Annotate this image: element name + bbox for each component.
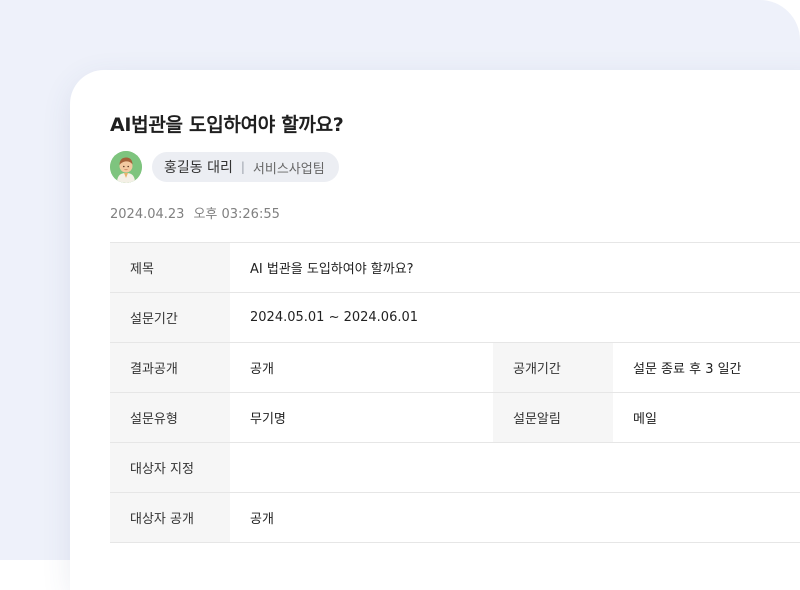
- target-value: [230, 442, 800, 493]
- post-datetime: 2024.04.23 오후 03:26:55: [110, 203, 280, 222]
- table-row-result: 결과공개 공개 공개기간 설문 종료 후 3 일간: [110, 342, 800, 393]
- post-time: 오후 03:26:55: [193, 207, 280, 222]
- author-team: 서비스사업팀: [252, 161, 325, 177]
- target-label: 대상자 지정: [110, 442, 230, 493]
- post-date: 2024.04.23: [110, 207, 185, 222]
- table-row-type: 설문유형 무기명 설문알림 메일: [110, 392, 800, 443]
- type-value: 무기명: [230, 392, 493, 443]
- result-value: 공개: [230, 342, 493, 393]
- subject-value: AI 법관을 도입하여야 할까요?: [230, 242, 800, 293]
- target-public-label: 대상자 공개: [110, 492, 230, 543]
- target-public-value: 공개: [230, 492, 800, 543]
- author-row: 홍길동 대리 | 서비스사업팀: [110, 151, 339, 183]
- table-row-target-public: 대상자 공개 공개: [110, 492, 800, 543]
- period-label: 설문기간: [110, 292, 230, 343]
- survey-detail-card: AI법관을 도입하여야 할까요? 홍길동 대리 | 서비스사업팀 2024.04…: [70, 70, 800, 590]
- period-value: 2024.05.01 ~ 2024.06.01: [230, 292, 800, 343]
- table-row-subject: 제목 AI 법관을 도입하여야 할까요?: [110, 242, 800, 293]
- table-row-period: 설문기간 2024.05.01 ~ 2024.06.01: [110, 292, 800, 343]
- notify-value: 메일: [613, 392, 800, 443]
- result-label: 결과공개: [110, 342, 230, 393]
- table-row-target: 대상자 지정: [110, 442, 800, 493]
- author-name: 홍길동 대리: [164, 160, 233, 176]
- type-label: 설문유형: [110, 392, 230, 443]
- author-chip: 홍길동 대리 | 서비스사업팀: [152, 152, 339, 182]
- disclosure-period-value: 설문 종료 후 3 일간: [613, 342, 800, 393]
- survey-info-table: 제목 AI 법관을 도입하여야 할까요? 설문기간 2024.05.01 ~ 2…: [110, 242, 800, 543]
- user-avatar-icon[interactable]: [110, 151, 142, 183]
- notify-label: 설문알림: [493, 392, 613, 443]
- post-title: AI법관을 도입하여야 할까요?: [110, 114, 344, 136]
- disclosure-period-label: 공개기간: [493, 342, 613, 393]
- author-separator: |: [240, 160, 245, 174]
- subject-label: 제목: [110, 242, 230, 293]
